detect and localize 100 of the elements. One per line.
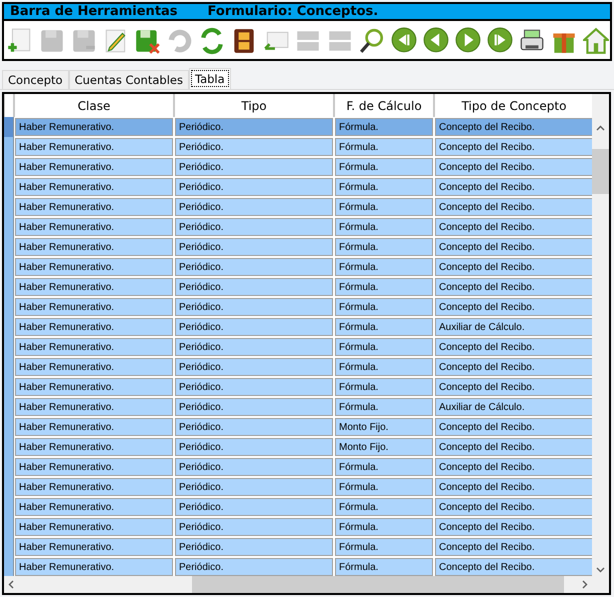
table-cell: Haber Remunerativo. (14, 557, 174, 576)
table-cell: Fórmula. (334, 177, 434, 197)
refresh-icon (198, 27, 224, 55)
table-cell: Periódico. (174, 457, 334, 477)
table-cell: Periódico. (174, 537, 334, 557)
table-cell: Haber Remunerativo. (14, 317, 174, 337)
table-cell: Periódico. (174, 317, 334, 337)
table-cell: Periódico. (174, 557, 334, 576)
table-cell: Periódico. (174, 437, 334, 457)
table-cell: Haber Remunerativo. (14, 337, 174, 357)
table-cell: Periódico. (174, 397, 334, 417)
table-cell: Fórmula. (334, 197, 434, 217)
table-cell: Concepto del Recibo. (434, 237, 592, 257)
tab[interactable]: Tabla (188, 68, 231, 89)
table-cell: Concepto del Recibo. (434, 197, 592, 217)
table-cell: Haber Remunerativo. (14, 157, 174, 177)
table-cell: Haber Remunerativo. (14, 517, 174, 537)
table-cell: Periódico. (174, 117, 334, 137)
table-cell: Haber Remunerativo. (14, 397, 174, 417)
table-cell: Periódico. (174, 257, 334, 277)
table-cell: Periódico. (174, 277, 334, 297)
scrollbar-thumb[interactable] (592, 149, 609, 194)
table-cell: Concepto del Recibo. (434, 497, 592, 517)
table-cell: Fórmula. (334, 557, 434, 576)
row-header-corner (4, 94, 14, 117)
table-cell: Concepto del Recibo. (434, 137, 592, 157)
column-header[interactable]: Tipo (174, 94, 334, 117)
table-cell: Periódico. (174, 157, 334, 177)
table-cell: Haber Remunerativo. (14, 377, 174, 397)
column-header[interactable]: Clase (14, 94, 174, 117)
table-cell: Fórmula. (334, 357, 434, 377)
table-cell: Fórmula. (334, 237, 434, 257)
table-cell: Haber Remunerativo. (14, 137, 174, 157)
table-cell: Haber Remunerativo. (14, 437, 174, 457)
table-cell: Fórmula. (334, 497, 434, 517)
table-cell: Fórmula. (334, 477, 434, 497)
table-cell: Periódico. (174, 297, 334, 317)
tab[interactable]: Cuentas Contables (68, 70, 189, 89)
table-cell: Periódico. (174, 417, 334, 437)
row-header[interactable] (4, 117, 14, 137)
new-document-icon (6, 27, 32, 55)
table-cell: Fórmula. (334, 317, 434, 337)
table-cell: Periódico. (174, 217, 334, 237)
table-cell: Fórmula. (334, 517, 434, 537)
table-cell: Periódico. (174, 377, 334, 397)
table-cell: Concepto del Recibo. (434, 557, 592, 576)
table-cell: Concepto del Recibo. (434, 217, 592, 237)
search-icon (358, 27, 384, 55)
row-header[interactable] (4, 137, 14, 157)
floppy-delete-icon (134, 27, 160, 55)
table-cell: Concepto del Recibo. (434, 477, 592, 497)
tab[interactable]: Concepto (2, 70, 69, 89)
table-cell: Haber Remunerativo. (14, 217, 174, 237)
table-cell: Fórmula. (334, 117, 434, 137)
table-cell: Concepto del Recibo. (434, 357, 592, 377)
form-title: Formulario: Conceptos. (208, 4, 378, 19)
table-cell: Fórmula. (334, 157, 434, 177)
table-cell: Periódico. (174, 357, 334, 377)
column-header[interactable]: F. de Cálculo (334, 94, 434, 117)
table-cell: Periódico. (174, 137, 334, 157)
table-cell: Fórmula. (334, 537, 434, 557)
table-cell: Haber Remunerativo. (14, 417, 174, 437)
table-cell: Haber Remunerativo. (14, 537, 174, 557)
table-cell: Periódico. (174, 477, 334, 497)
table-cell: Fórmula. (334, 397, 434, 417)
table-cell: Haber Remunerativo. (14, 357, 174, 377)
toolbar-title: Barra de Herramientas (10, 4, 178, 19)
first-record-icon (390, 27, 416, 55)
table-cell: Concepto del Recibo. (434, 117, 592, 137)
table-cell: Concepto del Recibo. (434, 177, 592, 197)
table-cell: Concepto del Recibo. (434, 337, 592, 357)
table-cell: Fórmula. (334, 257, 434, 277)
table-cell: Periódico. (174, 237, 334, 257)
table-cell: Haber Remunerativo. (14, 497, 174, 517)
table-cell: Periódico. (174, 197, 334, 217)
home-icon (582, 27, 608, 55)
table-cell: Fórmula. (334, 337, 434, 357)
table-cell: Concepto del Recibo. (434, 417, 592, 437)
last-record-icon (486, 27, 512, 55)
table-cell: Haber Remunerativo. (14, 257, 174, 277)
table-cell: Concepto del Recibo. (434, 377, 592, 397)
table-cell: Fórmula. (334, 377, 434, 397)
table-cell: Concepto del Recibo. (434, 157, 592, 177)
table-cell: Fórmula. (334, 297, 434, 317)
previous-icon (422, 27, 448, 55)
table-cell: Haber Remunerativo. (14, 277, 174, 297)
table-cell: Fórmula. (334, 457, 434, 477)
scrollbar-thumb[interactable] (192, 576, 564, 593)
table-cell: Haber Remunerativo. (14, 477, 174, 497)
table-cell: Concepto del Recibo. (434, 297, 592, 317)
table-cell: Fórmula. (334, 217, 434, 237)
table-cell: Concepto del Recibo. (434, 277, 592, 297)
table-cell: Fórmula. (334, 277, 434, 297)
table-cell: Haber Remunerativo. (14, 457, 174, 477)
table-cell: Concepto del Recibo. (434, 437, 592, 457)
table-cell: Concepto del Recibo. (434, 457, 592, 477)
table-cell: Monto Fijo. (334, 437, 434, 457)
table-cell: Periódico. (174, 497, 334, 517)
table-cell: Periódico. (174, 337, 334, 357)
next-icon (454, 27, 480, 55)
